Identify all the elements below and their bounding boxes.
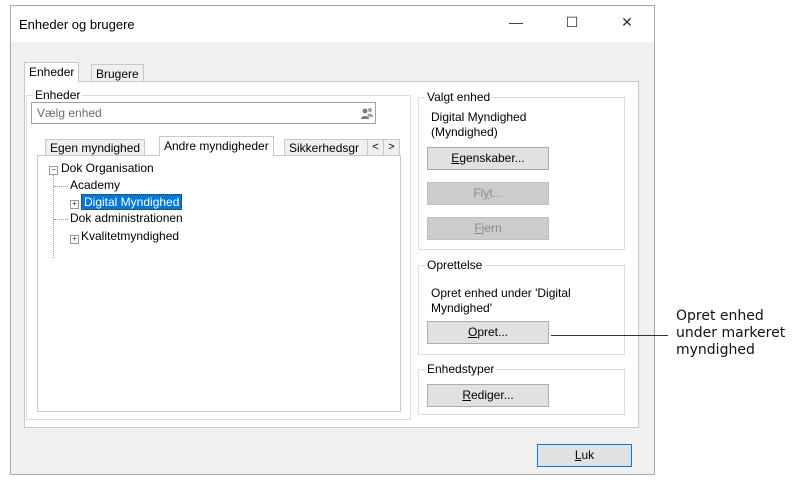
tree-item[interactable]: Dok administrationen — [70, 211, 183, 225]
minimize-button[interactable]: — — [506, 14, 526, 32]
tab-enheder[interactable]: Enheder — [24, 62, 80, 82]
window-title: Enheder og brugere — [19, 17, 135, 32]
tab-sikkerhedsgr-label: Sikkerhedsgr — [289, 141, 360, 155]
tab-andre-myndigheder[interactable]: Andre myndigheder — [159, 136, 274, 156]
annotation-leader-line — [551, 335, 668, 336]
egenskaber-button[interactable]: Egenskaber... — [427, 147, 549, 170]
annotation-line-3: myndighed — [676, 342, 755, 358]
tree-line — [53, 175, 54, 258]
unit-tree: − Dok Organisation Academy + Digital Myn… — [37, 155, 401, 412]
tree-item-selected[interactable]: Digital Myndighed — [81, 194, 183, 210]
tab-andre-myndigheder-label: Andre myndigheder — [164, 139, 269, 153]
title-bar: Enheder og brugere — ☐ ✕ — [11, 6, 654, 42]
annotation-line-1: Opret enhed — [676, 308, 764, 324]
valgt-enhed-legend: Valgt enhed — [425, 90, 493, 104]
tab-egen-myndighed[interactable]: Egen myndighed — [45, 139, 146, 156]
search-input[interactable]: Vælg enhed — [31, 102, 376, 124]
expand-icon[interactable]: + — [70, 200, 79, 209]
tree-line — [54, 219, 68, 220]
close-button[interactable]: ✕ — [617, 14, 637, 32]
tab-sikkerhedsgr[interactable]: Sikkerhedsgr — [284, 139, 368, 156]
collapse-icon[interactable]: − — [49, 166, 58, 175]
oprettelse-legend: Oprettelse — [425, 258, 485, 272]
annotation-callout: Opret enhed under markeret myndighed — [676, 308, 785, 359]
tree-root-item[interactable]: Dok Organisation — [61, 161, 154, 175]
flyt-button[interactable]: Flyt... — [427, 182, 549, 205]
maximize-button[interactable]: ☐ — [562, 14, 582, 32]
tab-egen-myndighed-label: Egen myndighed — [50, 141, 141, 155]
tree-item[interactable]: Kvalitetmyndighed — [81, 229, 179, 243]
annotation-line-2: under markeret — [676, 325, 786, 341]
tree-item[interactable]: Academy — [70, 178, 120, 192]
tree-line — [54, 186, 68, 187]
enhedstyper-legend: Enhedstyper — [425, 362, 497, 376]
tab-brugere-label: Brugere — [96, 67, 139, 81]
search-placeholder: Vælg enhed — [37, 106, 102, 120]
selected-unit-name: Digital Myndighed — [431, 110, 527, 124]
tab-brugere[interactable]: Brugere — [91, 64, 144, 82]
fjern-button[interactable]: Fjern — [427, 217, 549, 240]
users-icon[interactable] — [360, 106, 374, 123]
opret-button[interactable]: Opret... — [427, 321, 549, 344]
tab-enheder-label: Enheder — [29, 65, 75, 79]
rediger-button[interactable]: Rediger... — [427, 384, 549, 407]
oprettelse-description: Opret enhed under 'Digital Myndighed' — [431, 286, 571, 315]
tab-scroll-right-button[interactable]: > — [383, 139, 400, 156]
selected-unit-type: (Myndighed) — [431, 125, 498, 139]
luk-button[interactable]: Luk — [537, 444, 632, 467]
tab-scroll-left-button[interactable]: < — [367, 139, 384, 156]
expand-icon[interactable]: + — [70, 235, 79, 244]
enheder-group-legend: Enheder — [33, 88, 83, 102]
